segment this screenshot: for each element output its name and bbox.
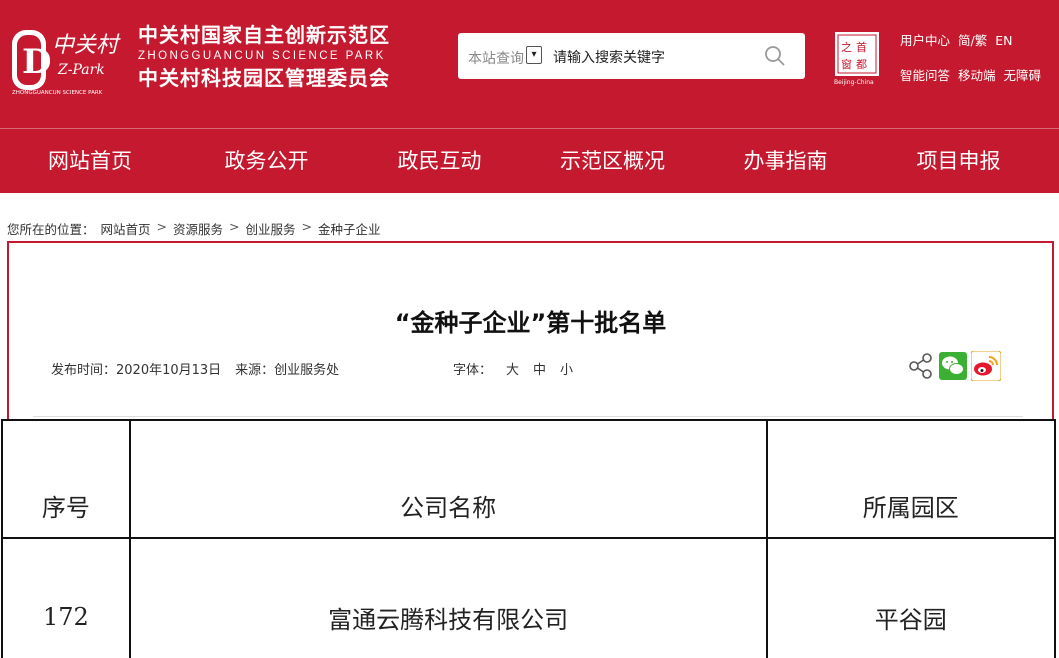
article-source: 来源：创业服务处 (235, 363, 340, 378)
svg-text:ZHONGGUANCUN SCIENCE PARK: ZHONGGUANCUN SCIENCE PARK (12, 90, 103, 96)
nav-government-affairs[interactable]: 政务公开 (180, 130, 353, 193)
header-park: 所属园区 (765, 419, 1057, 539)
breadcrumb-separator: > (301, 219, 313, 234)
article-box: “金种子企业”第十批名单 发布时间：2020年10月13日 来源：创业服务处 字… (7, 241, 1054, 441)
weibo-icon[interactable] (971, 351, 1001, 381)
article-title: “金种子企业”第十批名单 (394, 309, 667, 337)
link-english[interactable]: EN (995, 33, 1012, 49)
search-input[interactable]: 请输入搜索关键字 (553, 47, 665, 67)
font-size-medium[interactable]: 中 (533, 359, 546, 378)
cell-index: 172 (1, 537, 131, 658)
link-user-center[interactable]: 用户中心 (900, 33, 950, 49)
breadcrumb-separator: > (156, 219, 168, 234)
publish-date: 发布时间：2020年10月13日 (51, 363, 222, 378)
meta-divider (33, 416, 1023, 417)
share-icon[interactable] (907, 352, 935, 380)
header-divider (0, 128, 1059, 129)
breadcrumb-item-golden-seed[interactable]: 金种子企业 (318, 219, 381, 238)
search-box: 本站查询 ▾ 请输入搜索关键字 (458, 33, 805, 79)
cell-company-name: 富通云腾科技有限公司 (128, 537, 768, 658)
brand-block[interactable]: 中关村国家自主创新示范区 ZHONGGUANCUN SCIENCE PARK 中… (138, 22, 390, 91)
link-accessibility[interactable]: 无障碍 (1004, 68, 1042, 84)
svg-text:Beijing-China: Beijing-China (834, 79, 874, 86)
nav-park-overview[interactable]: 示范区概况 (526, 130, 699, 193)
article-meta: 发布时间：2020年10月13日 来源：创业服务处 (51, 359, 353, 378)
header-index: 序号 (1, 419, 131, 539)
font-size-label: 字体： (453, 363, 493, 378)
breadcrumb-item-home[interactable]: 网站首页 (101, 219, 151, 238)
nav-service-guide[interactable]: 办事指南 (699, 130, 872, 193)
search-scope-label[interactable]: 本站查询 (468, 48, 524, 68)
svg-text:之: 之 (841, 40, 852, 54)
svg-text:中关村: 中关村 (52, 33, 121, 58)
svg-text:都: 都 (856, 58, 867, 71)
site-header: D 中关村 Z-Park ZHONGGUANCUN SCIENCE PARK 中… (0, 0, 1059, 193)
svg-text:首: 首 (856, 40, 867, 54)
breadcrumb-item-startup[interactable]: 创业服务 (246, 219, 296, 238)
cell-park: 平谷园 (765, 537, 1057, 658)
link-smart-qa[interactable]: 智能问答 (900, 68, 950, 84)
brand-line1: 中关村国家自主创新示范区 (138, 23, 390, 47)
share-bar (907, 351, 1001, 381)
table-row: 172 富通云腾科技有限公司 平谷园 (1, 537, 1057, 658)
nav-project-application[interactable]: 项目申报 (872, 130, 1045, 193)
svg-text:D: D (22, 42, 51, 82)
font-size-switcher: 字体： 大 中 小 (453, 359, 573, 378)
link-simplified-traditional[interactable]: 简/繁 (958, 33, 987, 49)
table-header-row: 序号 公司名称 所属园区 (1, 419, 1057, 539)
brand-line3: 中关村科技园区管理委员会 (138, 66, 390, 90)
search-scope-dropdown[interactable]: ▾ (526, 46, 542, 64)
search-icon[interactable] (764, 45, 786, 67)
header-company-name: 公司名称 (128, 419, 768, 539)
breadcrumb-prefix: 您所在的位置： (7, 222, 95, 237)
nav-interaction[interactable]: 政民互动 (353, 130, 526, 193)
nav-home[interactable]: 网站首页 (0, 130, 180, 193)
breadcrumb-item-resources[interactable]: 资源服务 (173, 219, 223, 238)
zpark-logo[interactable]: D 中关村 Z-Park ZHONGGUANCUN SCIENCE PARK (10, 26, 130, 96)
link-mobile[interactable]: 移动端 (958, 68, 996, 84)
svg-text:Z-Park: Z-Park (57, 62, 105, 78)
top-links: 用户中心 简/繁 EN 智能问答 移动端 无障碍 (900, 33, 1041, 84)
font-size-small[interactable]: 小 (560, 359, 573, 378)
company-table: 序号 公司名称 所属园区 172 富通云腾科技有限公司 平谷园 (1, 419, 1057, 658)
breadcrumb: 您所在的位置： 网站首页 > 资源服务 > 创业服务 > 金种子企业 (7, 219, 381, 238)
breadcrumb-separator: > (229, 219, 240, 234)
svg-text:窗: 窗 (841, 57, 852, 71)
wechat-icon[interactable] (939, 352, 967, 380)
capital-window-badge[interactable]: 之 首 窗 都 Beijing-China (832, 31, 882, 86)
font-size-large[interactable]: 大 (506, 359, 519, 378)
brand-line2: ZHONGGUANCUN SCIENCE PARK (138, 50, 386, 62)
main-nav: 网站首页 政务公开 政民互动 示范区概况 办事指南 项目申报 (0, 130, 1059, 193)
